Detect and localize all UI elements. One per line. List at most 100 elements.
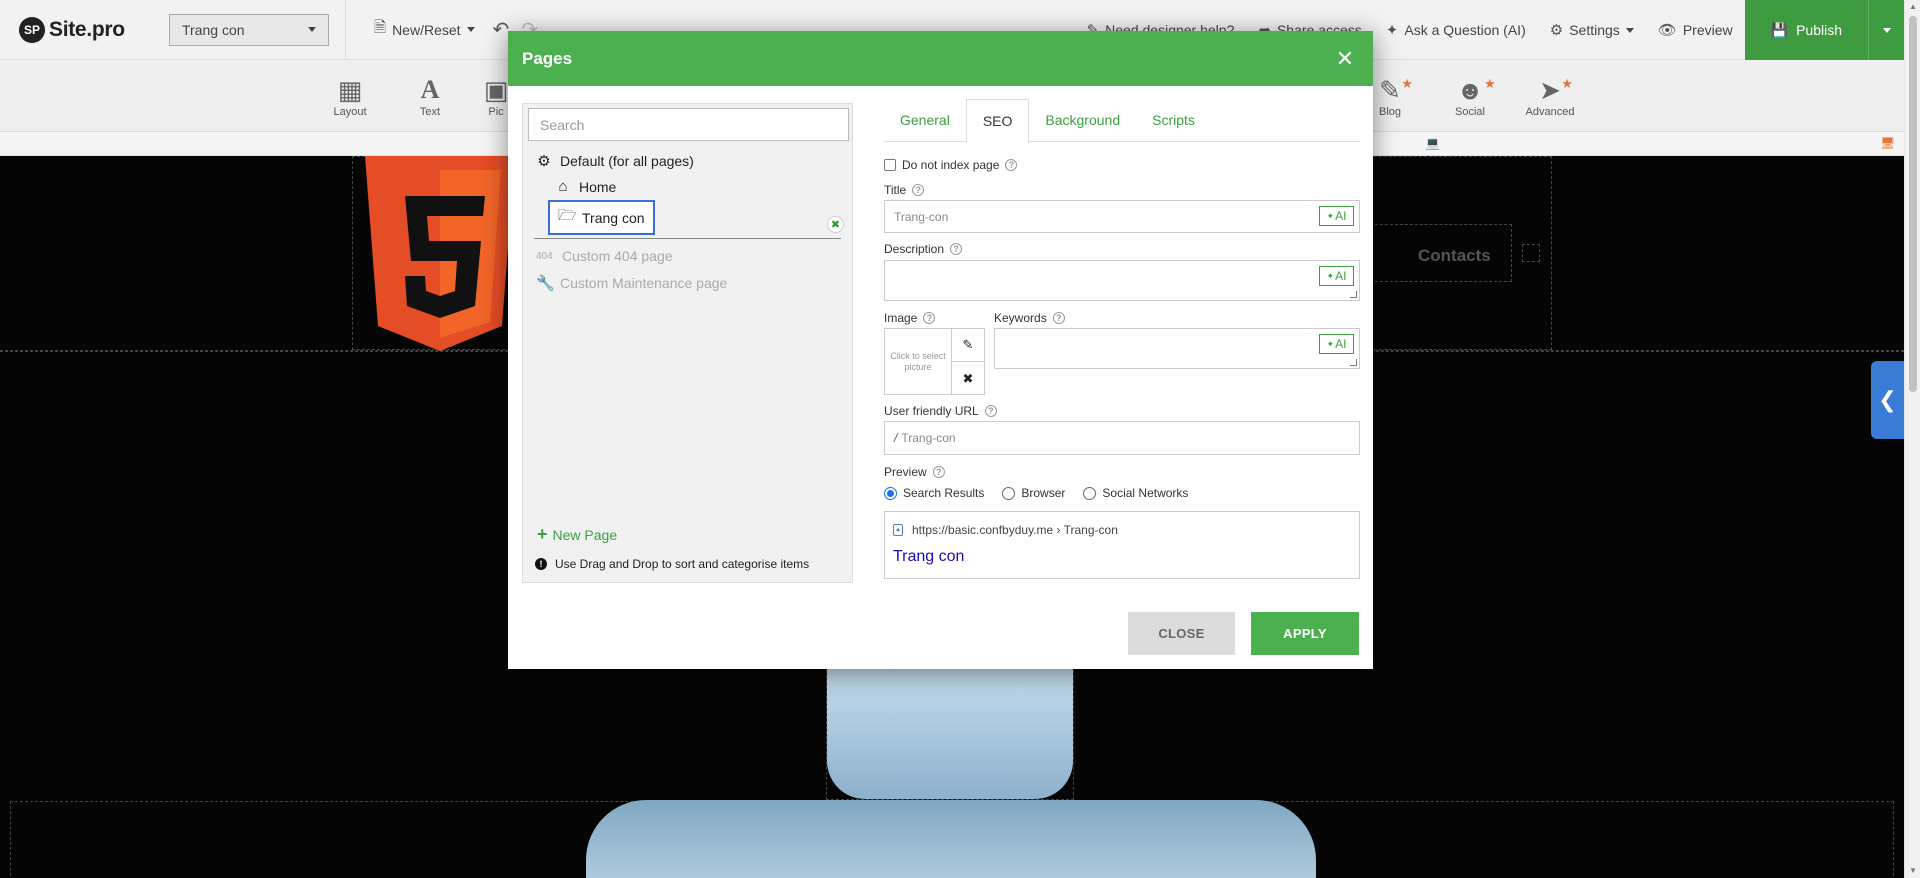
landscape-photo[interactable]	[586, 800, 1316, 878]
radio-button[interactable]	[1002, 486, 1016, 500]
url-value: Trang-con	[901, 431, 956, 445]
no-index-checkbox[interactable]	[884, 159, 896, 171]
ask-question-button[interactable]: ✦ Ask a Question (AI)	[1374, 0, 1538, 60]
radio-button[interactable]	[884, 486, 897, 500]
search-preview-box: ● https://basic.confbyduy.me › Trang-con…	[884, 511, 1360, 579]
select-picture-area[interactable]: Click to select picture	[885, 329, 951, 395]
keywords-ai-button[interactable]: ✦ AI	[1319, 334, 1354, 354]
hint-text: Use Drag and Drop to sort and categorise…	[555, 557, 810, 571]
radio-browser[interactable]: Browser	[1002, 486, 1065, 500]
title-value: Trang-con	[894, 209, 949, 224]
tree-item-label: Trang con	[582, 209, 645, 226]
tree-item-default[interactable]: ⚙ Default (for all pages)	[536, 152, 694, 170]
radio-search-results[interactable]: Search Results	[884, 486, 984, 500]
new-page-button[interactable]: + New Page	[537, 524, 617, 545]
publish-button[interactable]: 💾 Publish	[1744, 0, 1868, 60]
gear-icon: ⚙	[1549, 22, 1564, 39]
resize-handle-icon[interactable]	[1350, 291, 1357, 298]
ice-climber-photo[interactable]	[827, 666, 1073, 799]
page-select-dropdown[interactable]: Trang con	[169, 13, 329, 46]
widget-label: Layout	[333, 106, 367, 118]
blog-icon: ✎ ★	[1379, 74, 1413, 106]
tree-item-maintenance[interactable]: 🔧 Custom Maintenance page	[536, 274, 727, 292]
tab-general[interactable]: General	[884, 99, 966, 142]
help-icon[interactable]: ?	[1052, 312, 1065, 324]
help-icon[interactable]: ?	[932, 466, 945, 478]
scroll-thumb[interactable]	[1909, 16, 1917, 392]
chevron-left-icon: ❮	[1878, 387, 1897, 412]
title-ai-button[interactable]: ✦ AI	[1319, 206, 1354, 226]
home-icon: ⌂	[558, 178, 568, 195]
page-search-input[interactable]	[528, 108, 849, 141]
title-label: Title	[884, 183, 907, 197]
site-pro-logo[interactable]: SP Site.pro	[19, 16, 169, 43]
nav-contacts-link[interactable]: Contacts	[1418, 246, 1491, 266]
widget-text[interactable]: A Text	[400, 74, 460, 118]
star-icon: ★	[1561, 76, 1573, 91]
star-icon: ★	[1484, 76, 1496, 91]
laptop-icon[interactable]: 💻	[1425, 136, 1440, 150]
tree-item-home[interactable]: ⌂ Home	[555, 178, 616, 195]
preview-url: https://basic.confbyduy.me › Trang-con	[912, 523, 1118, 537]
help-icon[interactable]: ?	[984, 405, 997, 417]
apply-button[interactable]: APPLY	[1251, 612, 1359, 655]
scroll-down-icon[interactable]: ▼	[1909, 866, 1917, 875]
ai-label: AI	[1335, 337, 1347, 351]
help-icon[interactable]: ?	[950, 243, 963, 255]
widget-label: Text	[419, 106, 441, 118]
wrench-icon: 🔧	[536, 275, 555, 292]
close-icon: ✖	[962, 370, 974, 386]
settings-button[interactable]: ⚙ Settings	[1538, 0, 1646, 60]
close-button[interactable]: CLOSE	[1128, 612, 1235, 655]
rocket-icon: ➤ ★	[1539, 74, 1573, 106]
tree-item-404[interactable]: 404 Custom 404 page	[536, 248, 673, 264]
widget-social[interactable]: ☻ ★ Social	[1440, 74, 1500, 118]
logo-text: Site.pro	[49, 17, 125, 41]
tree-item-label: Custom Maintenance page	[560, 275, 728, 291]
scroll-up-icon[interactable]: ▲	[1909, 2, 1917, 11]
page-settings-panel: General SEO Background Scripts	[884, 99, 1360, 143]
resize-handle-icon[interactable]	[1350, 359, 1357, 366]
tab-seo[interactable]: SEO	[965, 99, 1030, 143]
remove-image-button[interactable]: ✖	[951, 362, 984, 395]
help-icon[interactable]: ?	[923, 312, 936, 324]
keywords-field[interactable]: ✦ AI	[994, 328, 1360, 369]
side-panel-toggle[interactable]: ❮	[1871, 361, 1904, 439]
description-ai-button[interactable]: ✦ AI	[1319, 266, 1354, 286]
no-index-row: Do not index page ?	[884, 158, 1018, 172]
favicon-icon: ●	[893, 524, 903, 536]
settings-label: Settings	[1569, 22, 1620, 38]
publish-dropdown-button[interactable]	[1868, 0, 1904, 60]
new-reset-button[interactable]: 🗎 New/Reset	[362, 0, 487, 60]
no-index-label: Do not index page	[902, 158, 1000, 172]
sparkle-icon: ✦	[1385, 22, 1399, 39]
html5-logo-icon[interactable]	[365, 156, 515, 351]
friendly-url-field[interactable]: / Trang-con	[884, 421, 1360, 455]
preview-button[interactable]: 👁 Preview	[1646, 0, 1745, 60]
edit-image-button[interactable]: ✎	[951, 329, 984, 362]
description-field[interactable]: ✦ AI	[884, 260, 1360, 301]
help-icon[interactable]: ?	[912, 184, 925, 196]
close-icon[interactable]: ✕	[1331, 47, 1359, 70]
delete-page-icon[interactable]: ✖	[827, 216, 844, 233]
desktop-icon[interactable]: 🖥	[1880, 136, 1895, 150]
radio-social-networks[interactable]: Social Networks	[1083, 486, 1188, 500]
document-icon: 🗎	[374, 19, 387, 36]
tab-background[interactable]: Background	[1029, 99, 1136, 142]
sparkle-icon: ✦	[1326, 210, 1335, 221]
publish-label: Publish	[1796, 22, 1842, 38]
undo-icon: ↶	[492, 19, 510, 41]
tab-scripts[interactable]: Scripts	[1136, 99, 1211, 142]
help-icon[interactable]: ?	[1005, 159, 1018, 171]
widget-layout[interactable]: ▦ Layout	[320, 74, 380, 118]
preview-label: Preview	[884, 465, 927, 479]
tree-divider	[534, 238, 841, 239]
radio-button[interactable]	[1083, 486, 1097, 500]
widget-advanced[interactable]: ➤ ★ Advanced	[1520, 74, 1580, 118]
page-scrollbar[interactable]: ▲ ▼	[1904, 0, 1920, 878]
page-select-value: Trang con	[182, 21, 245, 38]
tree-item-trang-con[interactable]: 🗁 Trang con	[548, 200, 655, 235]
page-tree-panel: ⚙ Default (for all pages) ⌂ Home 🗁 Trang…	[522, 103, 853, 583]
title-field[interactable]: Trang-con ✦ AI	[884, 200, 1360, 233]
url-prefix: /	[894, 431, 898, 445]
